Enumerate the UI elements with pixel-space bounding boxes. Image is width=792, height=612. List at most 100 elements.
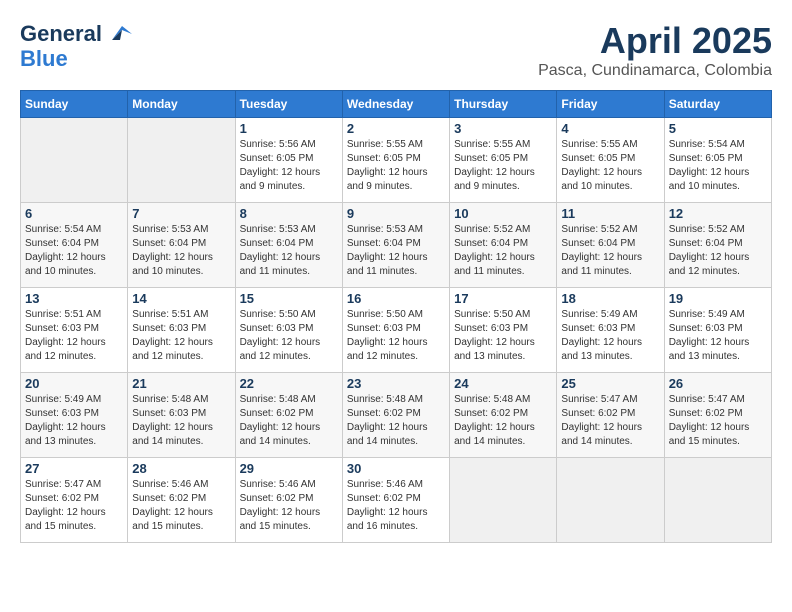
table-row: 6Sunrise: 5:54 AM Sunset: 6:04 PM Daylig… (21, 203, 128, 288)
col-thursday: Thursday (450, 91, 557, 118)
day-number: 2 (347, 121, 445, 136)
table-row: 8 Sunrise: 5:53 AM Sunset: 6:04 PM Daylig… (235, 203, 342, 288)
table-row: 21 Sunrise: 5:48 AM Sunset: 6:03 PM Dayli… (128, 373, 235, 458)
day-detail: Sunrise: 5:47 AM Sunset: 6:02 PM Dayligh… (669, 393, 767, 449)
day-number: 14 (132, 291, 230, 306)
table-row: 29Sunrise: 5:46 AM Sunset: 6:02 PM Dayli… (235, 458, 342, 543)
day-detail: Sunrise: 5:46 AM Sunset: 6:02 PM Dayligh… (240, 478, 338, 534)
day-detail: Sunrise: 5:52 AM Sunset: 6:04 PM Dayligh… (454, 223, 552, 279)
table-row: 3 Sunrise: 5:55 AM Sunset: 6:05 PM Daylig… (450, 118, 557, 203)
day-number: 5 (669, 121, 767, 136)
day-number: 3 (454, 121, 552, 136)
day-detail: Sunrise: 5:48 AM Sunset: 6:02 PM Dayligh… (454, 393, 552, 449)
day-number: 4 (561, 121, 659, 136)
table-row: 5 Sunrise: 5:54 AM Sunset: 6:05 PM Daylig… (664, 118, 771, 203)
table-row (664, 458, 771, 543)
calendar-week-row: 20 Sunrise: 5:49 AM Sunset: 6:03 PM Dayli… (21, 373, 772, 458)
col-saturday: Saturday (664, 91, 771, 118)
header: General Blue April 2025 Pasca, Cundinama… (20, 20, 772, 80)
day-number: 21 (132, 376, 230, 391)
table-row: 13 Sunrise: 5:51 AM Sunset: 6:03 PM Dayli… (21, 288, 128, 373)
day-number: 11 (561, 206, 659, 221)
col-sunday: Sunday (21, 91, 128, 118)
day-detail: Sunrise: 5:50 AM Sunset: 6:03 PM Dayligh… (347, 308, 445, 364)
day-number: 24 (454, 376, 552, 391)
table-row: 1 Sunrise: 5:56 AM Sunset: 6:05 PM Daylig… (235, 118, 342, 203)
day-detail: Sunrise: 5:51 AM Sunset: 6:03 PM Dayligh… (25, 308, 123, 364)
calendar-week-row: 27 Sunrise: 5:47 AM Sunset: 6:02 PM Dayli… (21, 458, 772, 543)
calendar-week-row: 6Sunrise: 5:54 AM Sunset: 6:04 PM Daylig… (21, 203, 772, 288)
day-number: 20 (25, 376, 123, 391)
day-detail: Sunrise: 5:46 AM Sunset: 6:02 PM Dayligh… (132, 478, 230, 534)
col-wednesday: Wednesday (342, 91, 449, 118)
day-number: 9 (347, 206, 445, 221)
day-detail: Sunrise: 5:52 AM Sunset: 6:04 PM Dayligh… (561, 223, 659, 279)
table-row: 24 Sunrise: 5:48 AM Sunset: 6:02 PM Dayli… (450, 373, 557, 458)
day-detail: Sunrise: 5:55 AM Sunset: 6:05 PM Dayligh… (454, 138, 552, 194)
day-detail: Sunrise: 5:53 AM Sunset: 6:04 PM Dayligh… (132, 223, 230, 279)
table-row: 15Sunrise: 5:50 AM Sunset: 6:03 PM Dayli… (235, 288, 342, 373)
day-number: 30 (347, 461, 445, 476)
table-row (557, 458, 664, 543)
calendar-header-row: Sunday Monday Tuesday Wednesday Thursday… (21, 91, 772, 118)
table-row: 16 Sunrise: 5:50 AM Sunset: 6:03 PM Dayli… (342, 288, 449, 373)
day-number: 26 (669, 376, 767, 391)
day-detail: Sunrise: 5:49 AM Sunset: 6:03 PM Dayligh… (25, 393, 123, 449)
calendar-week-row: 1 Sunrise: 5:56 AM Sunset: 6:05 PM Daylig… (21, 118, 772, 203)
day-number: 17 (454, 291, 552, 306)
day-detail: Sunrise: 5:55 AM Sunset: 6:05 PM Dayligh… (561, 138, 659, 194)
day-detail: Sunrise: 5:49 AM Sunset: 6:03 PM Dayligh… (561, 308, 659, 364)
table-row: 12 Sunrise: 5:52 AM Sunset: 6:04 PM Dayli… (664, 203, 771, 288)
day-detail: Sunrise: 5:52 AM Sunset: 6:04 PM Dayligh… (669, 223, 767, 279)
col-friday: Friday (557, 91, 664, 118)
table-row: 2 Sunrise: 5:55 AM Sunset: 6:05 PM Daylig… (342, 118, 449, 203)
day-number: 25 (561, 376, 659, 391)
day-detail: Sunrise: 5:48 AM Sunset: 6:02 PM Dayligh… (240, 393, 338, 449)
table-row: 27 Sunrise: 5:47 AM Sunset: 6:02 PM Dayli… (21, 458, 128, 543)
day-detail: Sunrise: 5:53 AM Sunset: 6:04 PM Dayligh… (347, 223, 445, 279)
day-number: 12 (669, 206, 767, 221)
title-area: April 2025 Pasca, Cundinamarca, Colombia (538, 20, 772, 80)
day-number: 27 (25, 461, 123, 476)
day-detail: Sunrise: 5:48 AM Sunset: 6:03 PM Dayligh… (132, 393, 230, 449)
day-detail: Sunrise: 5:49 AM Sunset: 6:03 PM Dayligh… (669, 308, 767, 364)
day-detail: Sunrise: 5:48 AM Sunset: 6:02 PM Dayligh… (347, 393, 445, 449)
table-row: 23 Sunrise: 5:48 AM Sunset: 6:02 PM Dayli… (342, 373, 449, 458)
day-detail: Sunrise: 5:54 AM Sunset: 6:05 PM Dayligh… (669, 138, 767, 194)
table-row: 26 Sunrise: 5:47 AM Sunset: 6:02 PM Dayli… (664, 373, 771, 458)
table-row: 11 Sunrise: 5:52 AM Sunset: 6:04 PM Dayli… (557, 203, 664, 288)
day-number: 19 (669, 291, 767, 306)
day-number: 23 (347, 376, 445, 391)
table-row: 18 Sunrise: 5:49 AM Sunset: 6:03 PM Dayli… (557, 288, 664, 373)
day-number: 13 (25, 291, 123, 306)
logo-bird-icon (104, 20, 134, 48)
table-row: 14 Sunrise: 5:51 AM Sunset: 6:03 PM Dayli… (128, 288, 235, 373)
table-row (128, 118, 235, 203)
table-row (450, 458, 557, 543)
day-number: 1 (240, 121, 338, 136)
logo-blue-text: Blue (20, 46, 68, 71)
table-row: 10 Sunrise: 5:52 AM Sunset: 6:04 PM Dayli… (450, 203, 557, 288)
day-detail: Sunrise: 5:55 AM Sunset: 6:05 PM Dayligh… (347, 138, 445, 194)
day-detail: Sunrise: 5:51 AM Sunset: 6:03 PM Dayligh… (132, 308, 230, 364)
day-detail: Sunrise: 5:56 AM Sunset: 6:05 PM Dayligh… (240, 138, 338, 194)
logo-general-text: General (20, 23, 102, 45)
day-number: 18 (561, 291, 659, 306)
table-row: 7Sunrise: 5:53 AM Sunset: 6:04 PM Daylig… (128, 203, 235, 288)
table-row: 19 Sunrise: 5:49 AM Sunset: 6:03 PM Dayli… (664, 288, 771, 373)
day-number: 22 (240, 376, 338, 391)
day-number: 16 (347, 291, 445, 306)
day-number: 10 (454, 206, 552, 221)
day-detail: Sunrise: 5:46 AM Sunset: 6:02 PM Dayligh… (347, 478, 445, 534)
day-number: 28 (132, 461, 230, 476)
col-tuesday: Tuesday (235, 91, 342, 118)
day-number: 8 (240, 206, 338, 221)
table-row (21, 118, 128, 203)
day-detail: Sunrise: 5:50 AM Sunset: 6:03 PM Dayligh… (240, 308, 338, 364)
calendar-table: Sunday Monday Tuesday Wednesday Thursday… (20, 90, 772, 543)
table-row: 22 Sunrise: 5:48 AM Sunset: 6:02 PM Dayli… (235, 373, 342, 458)
day-detail: Sunrise: 5:53 AM Sunset: 6:04 PM Dayligh… (240, 223, 338, 279)
table-row: 4 Sunrise: 5:55 AM Sunset: 6:05 PM Daylig… (557, 118, 664, 203)
calendar-location: Pasca, Cundinamarca, Colombia (538, 62, 772, 80)
day-detail: Sunrise: 5:47 AM Sunset: 6:02 PM Dayligh… (25, 478, 123, 534)
